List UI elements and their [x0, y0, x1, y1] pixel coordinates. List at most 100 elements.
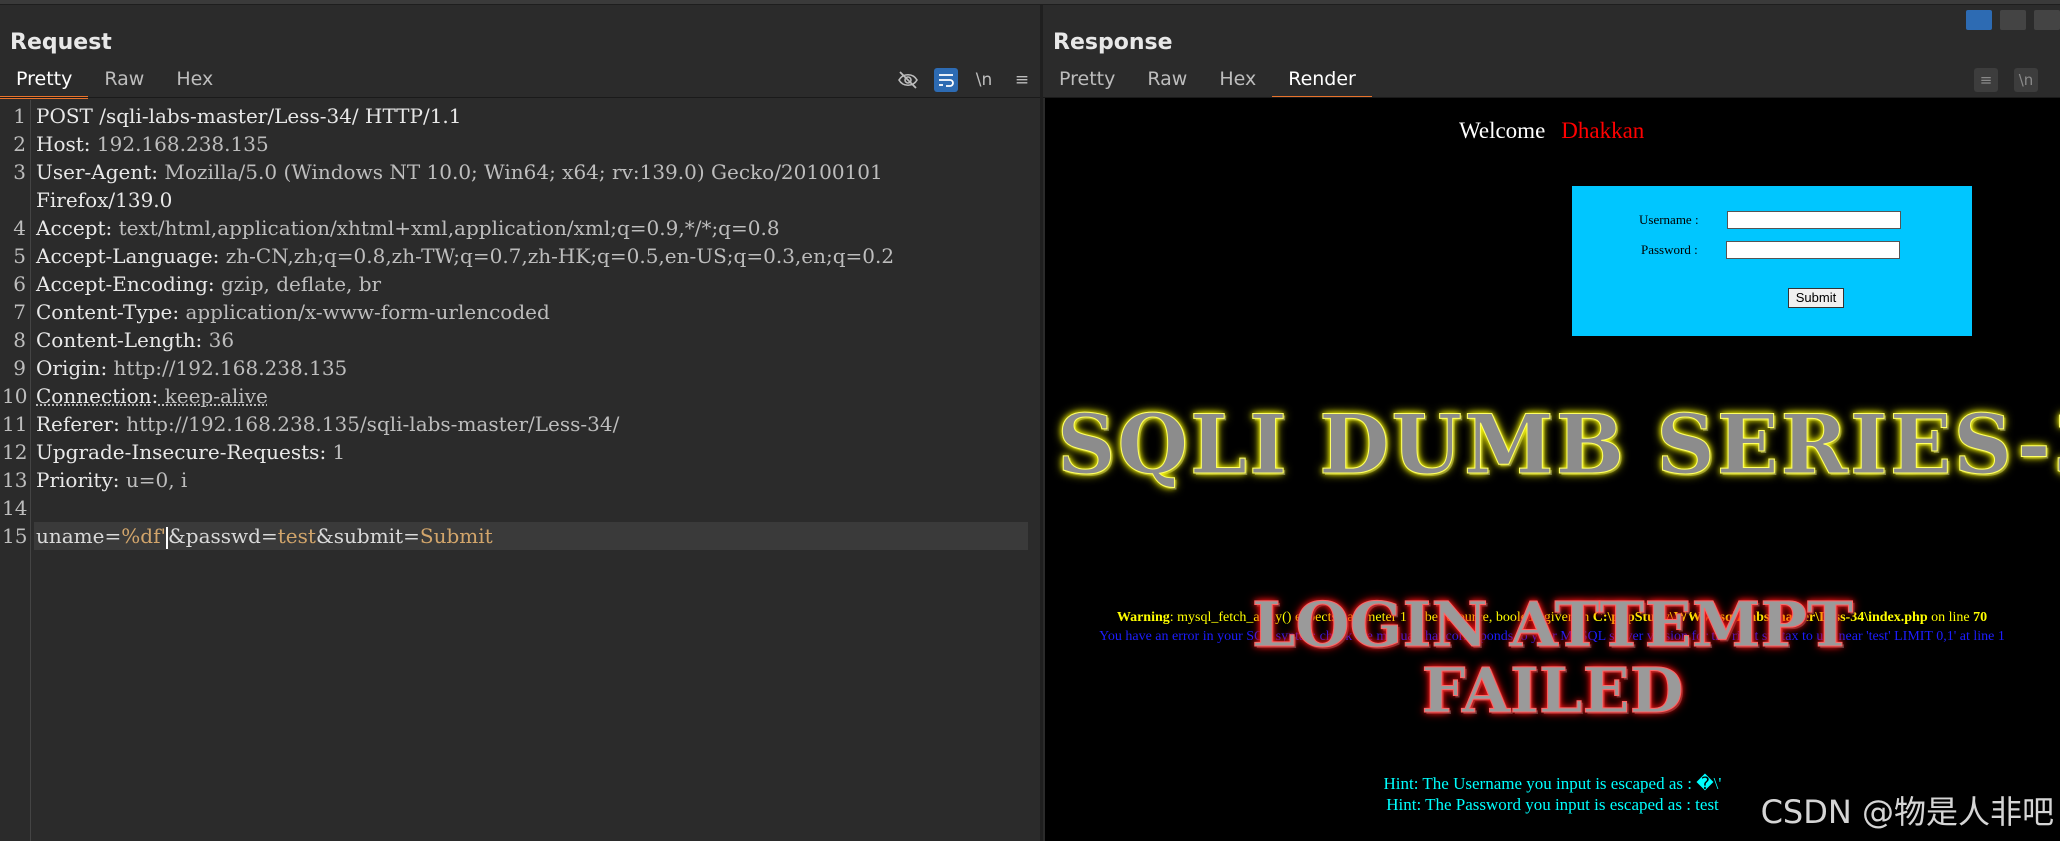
header-name: Origin — [36, 356, 101, 380]
header-value: Mozilla/5.0 (Windows NT 10.0; Win64; x64… — [158, 160, 883, 184]
header-colon: : — [83, 132, 91, 156]
split-horizontal-icon[interactable] — [1966, 10, 1992, 30]
request-tab-pretty[interactable]: Pretty — [0, 64, 89, 99]
line-content: Accept-Encoding: gzip, deflate, br — [36, 270, 381, 298]
request-toolbar: \n ≡ — [896, 68, 1034, 92]
hide-nonprintable-icon[interactable] — [896, 68, 920, 92]
request-line: 13 Priority: u=0, i — [0, 466, 1040, 494]
line-number: 6 — [13, 272, 26, 296]
login-form: Username : Password : Submit — [1572, 186, 1972, 336]
request-body-line: 15 uname=%df' &passwd=test&submit=Submit — [0, 522, 1040, 550]
param-token: & — [315, 524, 334, 548]
request-tab-raw[interactable]: Raw — [88, 64, 160, 96]
request-tabs: Pretty Raw Hex — [0, 64, 229, 99]
response-tab-raw[interactable]: Raw — [1131, 64, 1203, 96]
newline-toggle-icon[interactable]: \n — [972, 68, 996, 92]
param-token: = — [260, 524, 278, 548]
request-line: 1 POST /sqli-labs-master/Less-34/ HTTP/1.… — [0, 102, 1040, 130]
response-tab-render[interactable]: Render — [1272, 64, 1372, 99]
line-text: Firefox/139.0 — [36, 188, 173, 212]
param-token: Submit — [419, 524, 493, 548]
request-line: 6 Accept-Encoding: gzip, deflate, br — [0, 270, 1040, 298]
newline-toggle-icon[interactable]: \n — [2014, 68, 2038, 92]
layout-switcher — [1966, 10, 2060, 30]
menu-icon[interactable]: ≡ — [1010, 68, 1034, 92]
header-value: 1 — [326, 440, 346, 464]
header-name: Content-Length — [36, 328, 196, 352]
split-vertical-icon[interactable] — [2000, 10, 2026, 30]
request-line: 9 Origin: http://192.168.238.135 — [0, 354, 1040, 382]
line-number: 15 — [2, 524, 28, 548]
header-value: http://192.168.238.135/sqli-labs-master/… — [119, 412, 620, 436]
line-number: 8 — [13, 328, 26, 352]
request-tab-hex[interactable]: Hex — [160, 64, 229, 96]
header-colon: : — [113, 412, 120, 436]
request-line: 10 Connection: keep-alive — [0, 382, 1040, 410]
sqli-banner: SQLI DUMB SERIES-3 — [1057, 398, 2060, 494]
login-failed-line2: FAILED — [1421, 654, 1684, 728]
header-value: text/html,application/xhtml+xml,applicat… — [112, 216, 780, 240]
header-value: application/x-www-form-urlencoded — [179, 300, 550, 324]
request-line: 4 Accept: text/html,application/xhtml+xml… — [0, 214, 1040, 242]
response-tabs: Pretty Raw Hex Render — [1043, 64, 1372, 99]
line-number: 5 — [13, 244, 26, 268]
param-token: %df' — [121, 524, 166, 548]
line-number: 7 — [13, 300, 26, 324]
request-line: 11 Referer: http://192.168.238.135/sqli-l… — [0, 410, 1040, 438]
line-number: 14 — [2, 496, 28, 520]
line-content: Host: 192.168.238.135 — [36, 130, 269, 158]
param-token: = — [403, 524, 420, 548]
line-number: 10 — [2, 384, 28, 408]
line-number: 4 — [13, 216, 26, 240]
param-token: test — [277, 524, 316, 548]
header-name: Connection — [36, 384, 152, 408]
request-line: 3 User-Agent: Mozilla/5.0 (Windows NT 10.… — [0, 158, 1040, 186]
line-number: 13 — [2, 468, 28, 492]
request-line: 14 — [0, 494, 1040, 522]
line-content: Upgrade-Insecure-Requests: 1 — [36, 438, 345, 466]
username-label: Username : — [1639, 212, 1699, 227]
header-value: http://192.168.238.135 — [107, 356, 348, 380]
header-name: Content-Type — [36, 300, 173, 324]
welcome-user: Dhakkan — [1561, 118, 1645, 143]
header-value: keep-alive — [158, 384, 268, 408]
header-value: 192.168.238.135 — [90, 132, 269, 156]
line-number: 1 — [13, 104, 26, 128]
line-content: User-Agent: Mozilla/5.0 (Windows NT 10.0… — [36, 158, 883, 186]
line-content: POST /sqli-labs-master/Less-34/ HTTP/1.1 — [36, 102, 462, 130]
header-name: Accept-Language — [36, 244, 213, 268]
render-view: Welcome Dhakkan Username : Password : Sub… — [1045, 98, 2060, 841]
line-number: 2 — [13, 132, 26, 156]
welcome-text: Welcome Dhakkan — [1459, 118, 1644, 144]
wrap-lines-icon[interactable]: ≡ — [1974, 68, 1998, 92]
response-tab-hex[interactable]: Hex — [1203, 64, 1272, 96]
header-name: Host — [36, 132, 84, 156]
header-colon: : — [207, 272, 215, 296]
username-input[interactable] — [1727, 211, 1901, 229]
line-content: Origin: http://192.168.238.135 — [36, 354, 347, 382]
request-divider — [0, 97, 1040, 98]
line-content: Priority: u=0, i — [36, 466, 187, 494]
header-value: gzip, deflate, br — [214, 272, 382, 296]
header-colon: : — [112, 468, 120, 492]
line-content: Firefox/139.0 — [36, 186, 172, 214]
submit-button[interactable]: Submit — [1788, 288, 1844, 308]
header-name: User-Agent — [36, 160, 152, 184]
line-number: 12 — [2, 440, 28, 464]
login-failed-line1: LOGIN ATTEMPT — [1251, 588, 1854, 662]
request-editor[interactable]: 1 POST /sqli-labs-master/Less-34/ HTTP/1.… — [0, 102, 1040, 550]
request-line: 12 Upgrade-Insecure-Requests: 1 — [0, 438, 1040, 466]
line-number: 11 — [2, 412, 28, 436]
param-token: = — [104, 524, 122, 548]
request-line: 8 Content-Length: 36 — [0, 326, 1040, 354]
response-tab-pretty[interactable]: Pretty — [1043, 64, 1131, 96]
tabbed-layout-icon[interactable] — [2034, 10, 2060, 30]
header-name: Priority — [36, 468, 113, 492]
wrap-lines-icon[interactable] — [934, 68, 958, 92]
header-name: Accept — [36, 216, 106, 240]
header-name: Referer — [36, 412, 114, 436]
param-token: & — [167, 524, 186, 548]
response-title: Response — [1053, 30, 1173, 55]
header-value: zh-CN,zh;q=0.8,zh-TW;q=0.7,zh-HK;q=0.5,e… — [219, 244, 895, 268]
password-input[interactable] — [1726, 241, 1900, 259]
